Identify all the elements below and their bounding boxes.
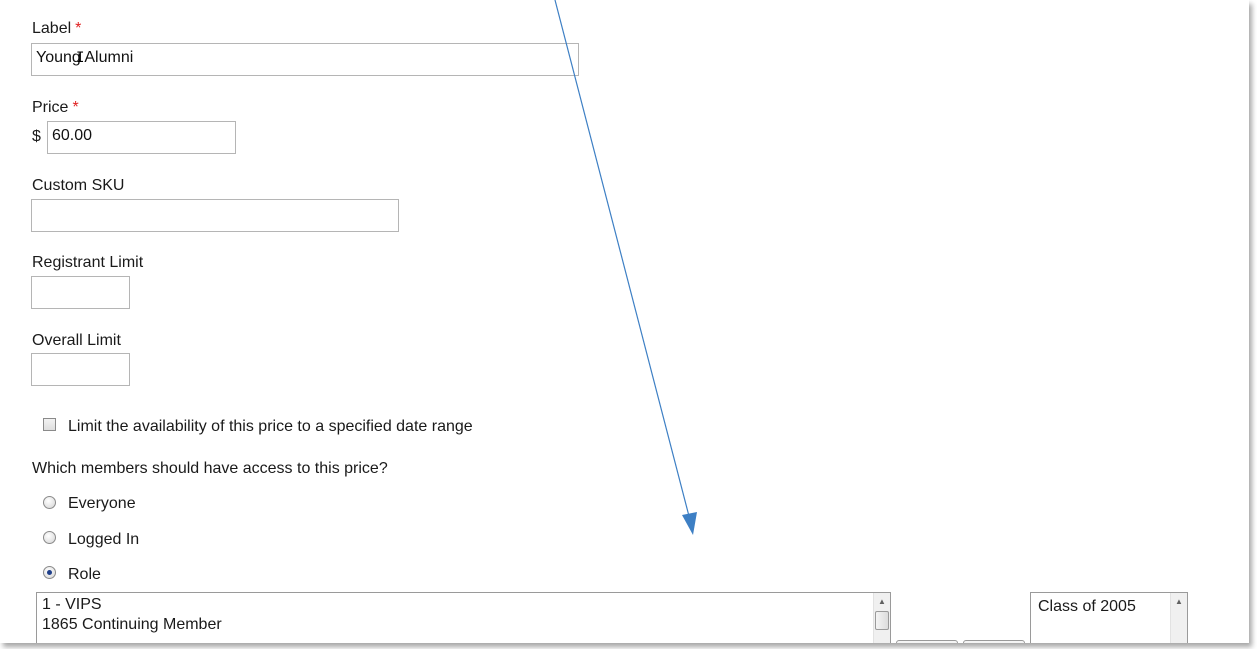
annotation-arrow-line bbox=[554, 0, 691, 521]
annotation-arrow bbox=[554, 0, 697, 535]
form-panel: Label * Young Alumni I Price * $ 60.00 Cus… bbox=[0, 0, 1249, 643]
annotation-arrowhead-icon bbox=[682, 512, 697, 535]
